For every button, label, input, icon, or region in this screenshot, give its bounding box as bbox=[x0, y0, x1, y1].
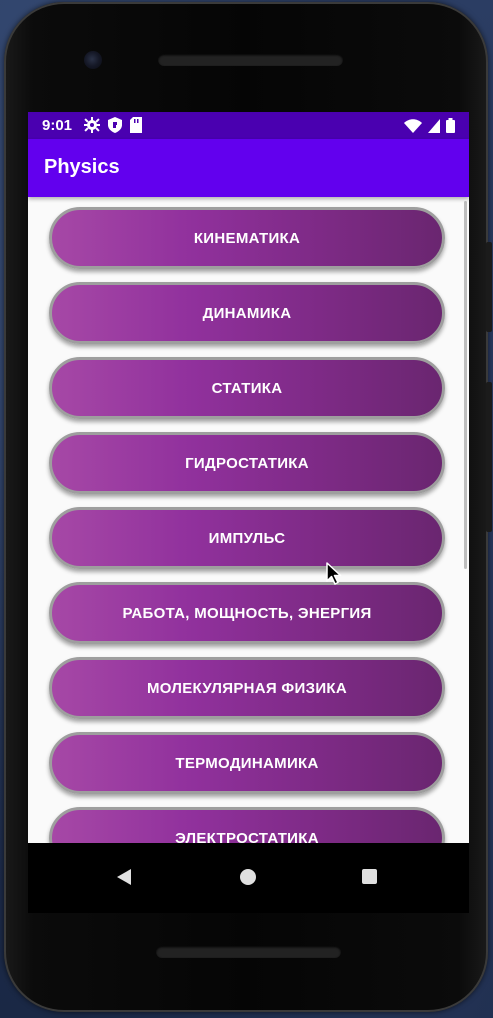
volume-button[interactable] bbox=[486, 382, 492, 532]
topic-button-dynamics[interactable]: ДИНАМИКА bbox=[49, 282, 445, 344]
app-bar: Physics bbox=[28, 139, 469, 197]
topic-button-hydrostatics[interactable]: ГИДРОСТАТИКА bbox=[49, 432, 445, 494]
topic-list[interactable]: КИНЕМАТИКА ДИНАМИКА СТАТИКА ГИДРОСТАТИКА… bbox=[28, 197, 469, 843]
earpiece-speaker bbox=[158, 54, 343, 66]
gear-icon bbox=[84, 117, 100, 133]
shield-icon bbox=[108, 117, 122, 133]
topic-button-kinematics[interactable]: КИНЕМАТИКА bbox=[49, 207, 445, 269]
topic-button-statics[interactable]: СТАТИКА bbox=[49, 357, 445, 419]
wifi-icon bbox=[404, 118, 422, 133]
recents-icon[interactable] bbox=[362, 869, 377, 884]
device-screen: 9:01 Physics КИНЕМАТИКА ДИНАМИКА СТАТИКА… bbox=[28, 112, 469, 913]
battery-icon bbox=[446, 118, 455, 133]
topic-button-momentum[interactable]: ИМПУЛЬС bbox=[49, 507, 445, 569]
home-icon[interactable] bbox=[240, 869, 256, 885]
power-button[interactable] bbox=[486, 242, 492, 332]
signal-icon bbox=[428, 118, 440, 133]
notification-icons bbox=[84, 117, 142, 133]
scrollbar[interactable] bbox=[464, 201, 467, 569]
status-bar: 9:01 bbox=[28, 112, 469, 139]
bottom-speaker bbox=[156, 946, 341, 958]
navigation-bar bbox=[28, 843, 469, 913]
system-icons bbox=[404, 118, 455, 133]
topic-button-electrostatics[interactable]: ЭЛЕКТРОСТАТИКА bbox=[49, 807, 445, 843]
topic-button-thermodynamics[interactable]: ТЕРМОДИНАМИКА bbox=[49, 732, 445, 794]
mouse-pointer-icon bbox=[326, 562, 342, 585]
topic-button-work-power-energy[interactable]: РАБОТА, МОЩНОСТЬ, ЭНЕРГИЯ bbox=[49, 582, 445, 644]
status-time: 9:01 bbox=[42, 117, 73, 134]
app-title: Physics bbox=[44, 156, 120, 178]
topic-button-molecular-physics[interactable]: МОЛЕКУЛЯРНАЯ ФИЗИКА bbox=[49, 657, 445, 719]
front-camera bbox=[84, 51, 102, 69]
sd-card-icon bbox=[130, 117, 142, 133]
back-icon[interactable] bbox=[117, 869, 131, 885]
